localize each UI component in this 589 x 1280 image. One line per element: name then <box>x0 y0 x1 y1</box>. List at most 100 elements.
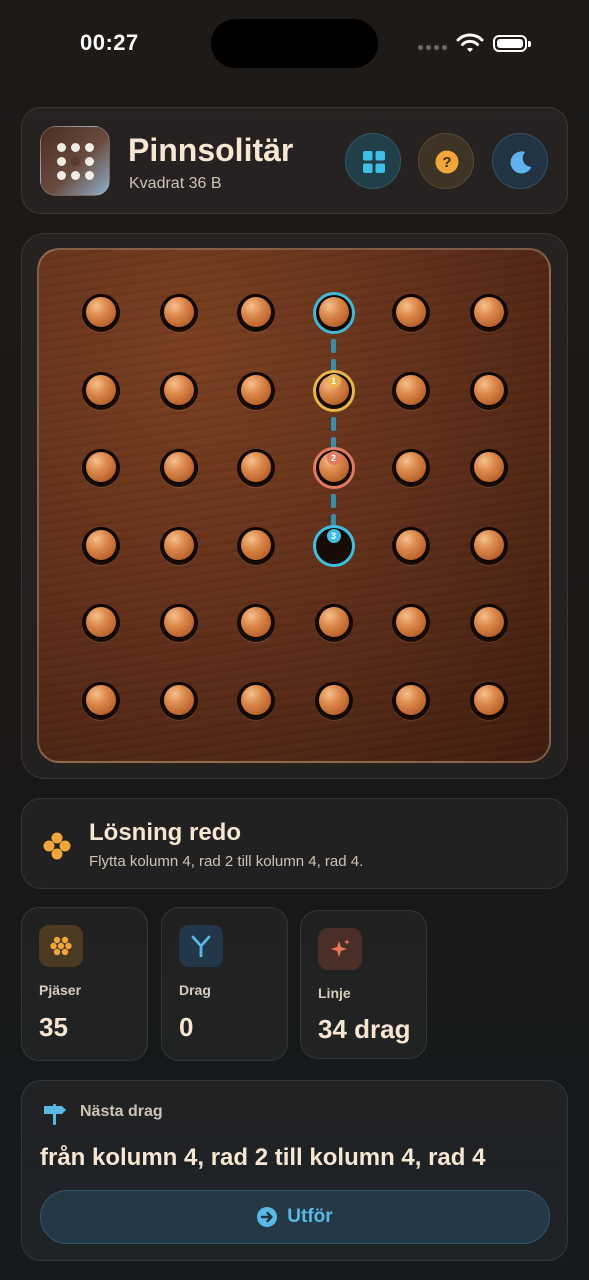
peg[interactable] <box>396 297 426 327</box>
peg[interactable] <box>241 607 271 637</box>
peg[interactable] <box>396 607 426 637</box>
board-hole[interactable] <box>82 526 120 565</box>
peg[interactable] <box>396 529 426 560</box>
board-hole[interactable] <box>469 681 508 720</box>
peg[interactable] <box>241 684 271 715</box>
next-move-label: Nästa drag <box>80 1103 163 1120</box>
board-hole[interactable] <box>82 681 120 720</box>
peg[interactable] <box>473 452 504 482</box>
board-hole[interactable] <box>159 604 198 642</box>
peg[interactable] <box>86 452 116 482</box>
peg[interactable] <box>163 684 194 715</box>
board-hole[interactable] <box>392 294 430 332</box>
peg[interactable] <box>241 297 271 327</box>
header-card: Pinnsolitär Kvadrat 36 B ? <box>21 107 568 214</box>
board-hole[interactable] <box>469 371 508 410</box>
peg[interactable] <box>86 607 116 637</box>
peg[interactable] <box>318 684 349 715</box>
solution-description: Flytta kolumn 4, rad 2 till kolumn 4, ra… <box>89 853 364 870</box>
board-hole[interactable] <box>469 294 508 332</box>
board-hole[interactable] <box>392 681 430 720</box>
board-hole[interactable] <box>159 526 198 565</box>
peg[interactable] <box>163 452 194 482</box>
stat-label: Linje <box>318 985 351 1001</box>
peg[interactable] <box>86 297 116 327</box>
stat-value: 0 <box>179 1012 194 1042</box>
peg[interactable] <box>241 529 271 560</box>
board-hole[interactable] <box>237 449 275 487</box>
board-hole[interactable] <box>82 371 120 410</box>
moon-icon <box>510 151 532 174</box>
move-path-dash <box>331 339 336 353</box>
stat-value: 34 drag <box>318 1014 411 1044</box>
game-board[interactable]: 1 2 3 <box>37 248 551 763</box>
highlight-ring <box>312 292 355 334</box>
theme-toggle-button[interactable] <box>492 133 548 189</box>
peg[interactable] <box>318 607 349 637</box>
board-hole[interactable] <box>314 681 353 720</box>
dynamic-island <box>211 19 378 68</box>
board-hole[interactable] <box>469 526 508 565</box>
next-move-text: från kolumn 4, rad 2 till kolumn 4, rad … <box>40 1144 486 1171</box>
execute-button[interactable]: Utför <box>40 1190 550 1244</box>
board-hole[interactable] <box>392 371 430 410</box>
peg[interactable] <box>396 452 426 482</box>
peg[interactable] <box>163 374 194 405</box>
board-hole[interactable] <box>159 681 198 720</box>
board-hole[interactable] <box>469 604 508 642</box>
peg[interactable] <box>473 684 504 715</box>
board-hole[interactable] <box>392 449 430 487</box>
arrow-circle-icon <box>257 1207 278 1227</box>
stat-label: Drag <box>179 982 211 998</box>
board-hole[interactable] <box>237 604 275 642</box>
board-hole[interactable] <box>159 371 198 410</box>
peg[interactable] <box>241 452 271 482</box>
board-hole[interactable] <box>392 526 430 565</box>
signpost-icon <box>44 1104 66 1125</box>
cellular-signal-icon <box>418 45 448 51</box>
step-badge: 3 <box>326 528 341 543</box>
stat-card-line: Linje 34 drag <box>300 910 427 1059</box>
board-hole[interactable] <box>237 294 275 332</box>
peg[interactable] <box>396 684 426 715</box>
peg[interactable] <box>396 374 426 405</box>
board-hole[interactable] <box>314 604 353 642</box>
peg[interactable] <box>473 297 504 327</box>
grid-icon <box>363 151 385 173</box>
peg[interactable] <box>86 374 116 405</box>
step-badge: 1 <box>326 373 341 388</box>
help-button[interactable]: ? <box>418 133 474 189</box>
app-title: Pinnsolitär <box>128 132 294 168</box>
stat-card-moves: Drag 0 <box>161 907 288 1061</box>
peg[interactable] <box>163 297 194 327</box>
board-hole[interactable] <box>82 604 120 642</box>
board-hole[interactable] <box>237 526 275 565</box>
board-hole[interactable] <box>159 294 198 332</box>
step-badge: 2 <box>326 451 341 465</box>
move-path-dash <box>331 416 336 431</box>
board-hole[interactable] <box>82 294 120 332</box>
peg[interactable] <box>86 684 116 715</box>
peg[interactable] <box>86 529 116 560</box>
solution-title: Lösning redo <box>89 819 241 846</box>
board-hole[interactable] <box>237 371 275 410</box>
peg[interactable] <box>163 607 194 637</box>
help-icon: ? <box>435 150 459 174</box>
board-hole[interactable] <box>159 449 198 487</box>
wifi-icon <box>456 33 484 52</box>
branch-icon <box>179 925 223 967</box>
board-hole[interactable] <box>237 681 275 720</box>
peg[interactable] <box>473 529 504 560</box>
board-select-button[interactable] <box>345 133 401 189</box>
move-path-dash <box>331 494 336 508</box>
board-hole[interactable] <box>469 449 508 487</box>
board-hole[interactable] <box>392 604 430 642</box>
sparkle-icon <box>318 928 362 970</box>
peg[interactable] <box>241 374 271 405</box>
peg[interactable] <box>163 529 194 560</box>
status-time: 00:27 <box>80 30 139 55</box>
board-hole[interactable] <box>82 449 120 487</box>
peg[interactable] <box>473 607 504 637</box>
peg[interactable] <box>473 374 504 405</box>
stat-card-pieces: Pjäser 35 <box>21 907 148 1061</box>
